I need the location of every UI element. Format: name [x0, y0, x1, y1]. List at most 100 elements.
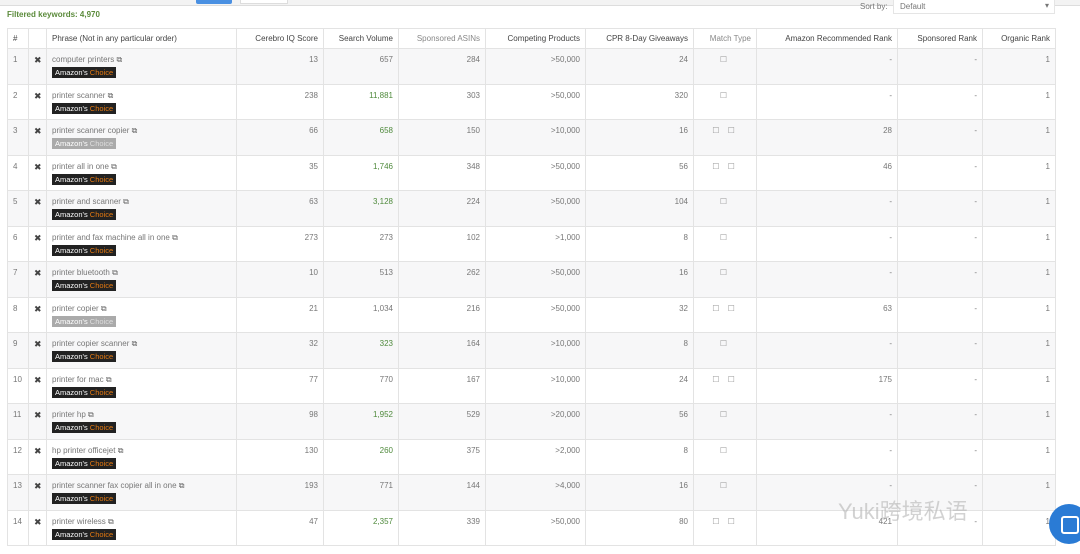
sponsored-asins: 339 — [398, 509, 486, 546]
phrase-link[interactable]: printer copier — [52, 304, 99, 313]
phrase-link[interactable]: printer wireless — [52, 517, 106, 526]
sort-label: Sort by: — [860, 2, 888, 11]
cerebro-iq-score: 66 — [236, 119, 324, 156]
row-number: 11 — [7, 403, 29, 440]
remove-icon[interactable]: ✖ — [28, 190, 47, 227]
sponsored-rank: - — [897, 367, 983, 404]
remove-icon[interactable]: ✖ — [28, 367, 47, 404]
external-link-icon[interactable]: ⧉ — [108, 517, 114, 526]
remove-icon[interactable]: ✖ — [28, 296, 47, 333]
toolbar-input[interactable] — [240, 0, 288, 4]
column-header[interactable]: Competing Products — [485, 28, 586, 49]
sponsored-asins: 150 — [398, 119, 486, 156]
phrase-link[interactable]: printer scanner copier — [52, 126, 129, 135]
cerebro-iq-score: 21 — [236, 296, 324, 333]
cerebro-iq-score: 77 — [236, 367, 324, 404]
amazons-choice-badge: Amazon's Choice — [52, 315, 117, 327]
column-header[interactable]: # — [7, 28, 29, 49]
badge-choice: Choice — [89, 245, 114, 255]
table-row: 6 ✖ printer and fax machine all in one ⧉… — [7, 225, 1056, 262]
phrase-link[interactable]: printer for mac — [52, 375, 104, 384]
amazons-choice-badge: Amazon's Choice — [52, 209, 117, 220]
external-link-icon[interactable]: ⧉ — [101, 304, 107, 313]
column-header[interactable]: Organic Rank — [982, 28, 1056, 49]
external-link-icon[interactable]: ⧉ — [112, 268, 118, 277]
sponsored-rank: - — [897, 403, 983, 440]
phrase-link[interactable]: printer and scanner — [52, 197, 121, 206]
column-header[interactable]: Match Type — [693, 28, 757, 49]
cpr-giveaways: 8 — [585, 438, 694, 475]
cerebro-iq-score: 63 — [236, 190, 324, 227]
external-link-icon[interactable]: ⧉ — [132, 339, 138, 348]
primary-button[interactable] — [196, 0, 232, 4]
column-header[interactable]: Phrase (Not in any particular order) — [46, 28, 237, 49]
badge-text: Amazon's — [55, 458, 88, 468]
row-number: 7 — [7, 261, 29, 298]
match-type-icons: ☐ — [693, 225, 757, 262]
column-header[interactable]: Cerebro IQ Score — [236, 28, 324, 49]
competing-products: >50,000 — [485, 48, 586, 85]
cerebro-iq-score: 193 — [236, 474, 324, 511]
phrase-link[interactable]: printer hp — [52, 410, 86, 419]
phrase-link[interactable]: printer scanner fax copier all in one — [52, 481, 177, 490]
phrase-cell: hp printer officejet ⧉ Amazon's Choice — [46, 438, 237, 475]
external-link-icon[interactable]: ⧉ — [106, 375, 112, 384]
competing-products: >2,000 — [485, 438, 586, 475]
badge-choice: Choice — [89, 103, 114, 113]
table-row: 10 ✖ printer for mac ⧉ Amazon's Choice 77… — [7, 367, 1056, 404]
search-volume: 273 — [323, 225, 399, 262]
amazon-recommended-rank: - — [756, 83, 898, 120]
phrase-link[interactable]: printer bluetooth — [52, 268, 110, 277]
competing-products: >10,000 — [485, 119, 586, 156]
sort-select[interactable]: Default ▾ — [893, 0, 1055, 14]
competing-products: >50,000 — [485, 154, 586, 191]
remove-icon[interactable]: ✖ — [28, 48, 47, 85]
external-link-icon[interactable]: ⧉ — [123, 197, 129, 206]
column-header[interactable]: Sponsored ASINs — [398, 28, 486, 49]
remove-icon[interactable]: ✖ — [28, 332, 47, 369]
cerebro-iq-score: 130 — [236, 438, 324, 475]
remove-icon[interactable]: ✖ — [28, 83, 47, 120]
column-header[interactable]: Sponsored Rank — [897, 28, 983, 49]
badge-text: Amazon's — [55, 139, 88, 148]
external-link-icon[interactable]: ⧉ — [118, 446, 124, 455]
remove-icon[interactable]: ✖ — [28, 474, 47, 511]
phrase-link[interactable]: hp printer officejet — [52, 446, 115, 455]
match-type-icons: ☐ — [693, 83, 757, 120]
row-number: 13 — [7, 474, 29, 511]
amazons-choice-badge: Amazon's Choice — [52, 102, 117, 114]
amazon-recommended-rank: - — [756, 48, 898, 85]
match-type-icons: ☐ ☐ — [693, 119, 757, 156]
remove-icon[interactable]: ✖ — [28, 509, 47, 546]
remove-icon[interactable]: ✖ — [28, 438, 47, 475]
cerebro-iq-score: 47 — [236, 509, 324, 546]
column-header[interactable]: Search Volume — [323, 28, 399, 49]
organic-rank: 1 — [982, 119, 1056, 156]
external-link-icon[interactable]: ⧉ — [111, 162, 117, 171]
phrase-link[interactable]: printer scanner — [52, 91, 105, 100]
external-link-icon[interactable]: ⧉ — [116, 55, 122, 64]
column-header[interactable] — [28, 28, 47, 49]
remove-icon[interactable]: ✖ — [28, 154, 47, 191]
amazons-choice-badge: Amazon's Choice — [52, 280, 117, 291]
external-link-icon[interactable]: ⧉ — [108, 91, 114, 100]
remove-icon[interactable]: ✖ — [28, 119, 47, 156]
external-link-icon[interactable]: ⧉ — [132, 126, 138, 135]
amazons-choice-badge: Amazon's Choice — [52, 351, 117, 362]
external-link-icon[interactable]: ⧉ — [172, 233, 178, 242]
phrase-link[interactable]: printer all in one — [52, 162, 109, 171]
column-header[interactable]: CPR 8-Day Giveaways — [585, 28, 694, 49]
remove-icon[interactable]: ✖ — [28, 403, 47, 440]
remove-icon[interactable]: ✖ — [28, 261, 47, 298]
external-link-icon[interactable]: ⧉ — [179, 481, 185, 490]
phrase-link[interactable]: printer and fax machine all in one — [52, 233, 170, 242]
badge-text: Amazon's — [55, 68, 88, 77]
table-row: 1 ✖ computer printers ⧉ Amazon's Choice 1… — [7, 48, 1056, 85]
phrase-link[interactable]: computer printers — [52, 55, 114, 64]
phrase-link[interactable]: printer copier scanner — [52, 339, 129, 348]
column-header[interactable]: Amazon Recommended Rank — [756, 28, 898, 49]
external-link-icon[interactable]: ⧉ — [88, 410, 94, 419]
search-volume: 1,034 — [323, 296, 399, 333]
sponsored-asins: 348 — [398, 154, 486, 191]
remove-icon[interactable]: ✖ — [28, 225, 47, 262]
